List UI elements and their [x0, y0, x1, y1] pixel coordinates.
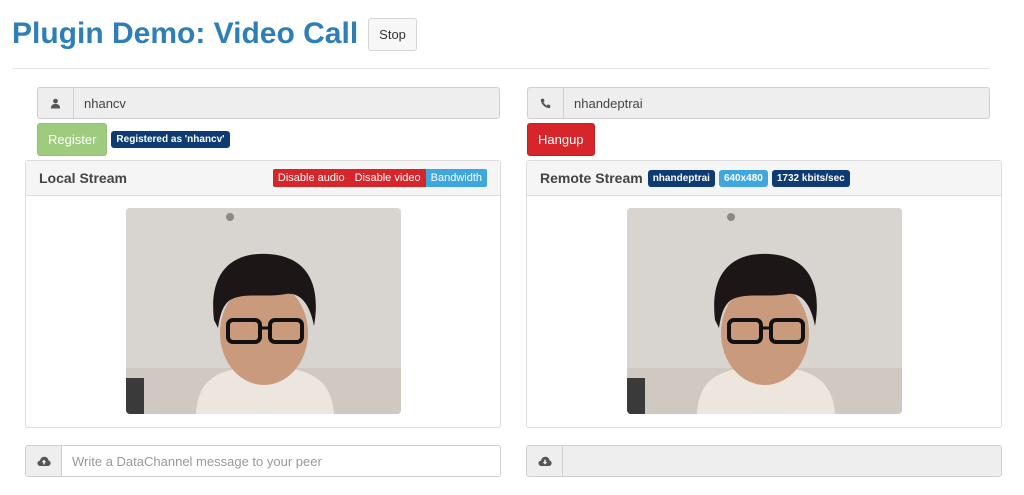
registered-status-badge: Registered as 'nhancv' [111, 131, 230, 148]
user-icon [37, 87, 73, 119]
hangup-row: Hangup [527, 123, 1002, 156]
page-header: Plugin Demo: Video Call Stop [12, 14, 417, 54]
cloud-upload-icon [25, 445, 61, 477]
username-group: nhancv [37, 87, 500, 119]
remote-stream-panel: Remote Stream nhandeptrai 640x480 1732 k… [526, 160, 1002, 428]
local-video [126, 208, 401, 414]
local-stream-controls: Disable audio Disable video Bandwidth [272, 169, 487, 187]
remote-stream-header: Remote Stream nhandeptrai 640x480 1732 k… [527, 161, 1001, 196]
bitrate-badge: 1732 kbits/sec [771, 169, 850, 187]
disable-video-button[interactable]: Disable video [349, 169, 426, 187]
local-chat: Write a DataChannel message to your peer [25, 445, 501, 477]
received-data-field [562, 445, 1002, 477]
register-row: Register Registered as 'nhancv' [37, 123, 501, 156]
bandwidth-button[interactable]: Bandwidth [425, 169, 487, 187]
page-title: Plugin Demo: Video Call [12, 17, 359, 50]
disable-audio-button[interactable]: Disable audio [272, 169, 350, 187]
remote-column: nhandeptrai Hangup [526, 87, 1002, 156]
register-button[interactable]: Register [37, 123, 108, 156]
local-stream-title: Local Stream [39, 170, 127, 186]
local-column: nhancv Register Registered as 'nhancv' [25, 87, 501, 156]
peer-group: nhandeptrai [527, 87, 990, 119]
cloud-download-icon [526, 445, 562, 477]
datachannel-input[interactable]: Write a DataChannel message to your peer [61, 445, 501, 477]
remote-video [627, 208, 902, 414]
username-input[interactable]: nhancv [73, 87, 500, 119]
resolution-badge: 640x480 [718, 169, 768, 187]
phone-icon [527, 87, 563, 119]
stop-button[interactable]: Stop [368, 17, 417, 51]
peer-input[interactable]: nhandeptrai [563, 87, 990, 119]
local-stream-panel: Local Stream Disable audio Disable video… [25, 160, 501, 428]
local-stream-header: Local Stream Disable audio Disable video… [26, 161, 500, 196]
received-data-group [526, 445, 1002, 477]
peer-name-badge: nhandeptrai [647, 169, 715, 187]
remote-chat [526, 445, 1002, 477]
datachannel-group: Write a DataChannel message to your peer [25, 445, 501, 477]
remote-stream-title: Remote Stream [540, 170, 643, 186]
hangup-button[interactable]: Hangup [527, 123, 595, 156]
divider [12, 68, 990, 69]
